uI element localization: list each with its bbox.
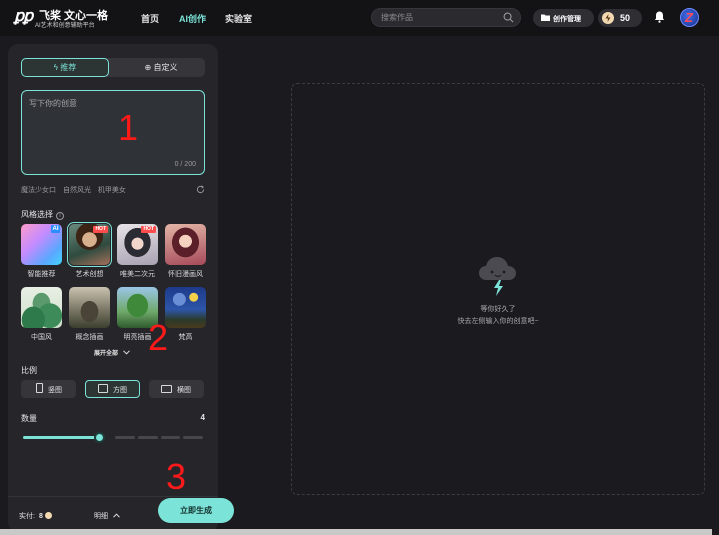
folder-icon bbox=[541, 14, 550, 21]
tab-recommend[interactable]: ϟ 推荐 bbox=[21, 58, 109, 77]
style-label: 怀旧漫画风 bbox=[168, 271, 203, 278]
search-icon[interactable] bbox=[503, 12, 514, 23]
style-label: 中国风 bbox=[31, 334, 52, 341]
style-label: 智能推荐 bbox=[27, 271, 56, 278]
style-card-chinese[interactable]: 中国风 bbox=[21, 287, 62, 341]
bell-icon[interactable] bbox=[654, 11, 665, 23]
style-card-smart[interactable]: AI 智能推荐 bbox=[21, 224, 62, 278]
ratio-label: 竖图 bbox=[48, 387, 62, 394]
landscape-icon bbox=[161, 385, 172, 393]
payment-info: 实付: 8 bbox=[19, 511, 52, 521]
nav-ai-create[interactable]: AI创作 bbox=[179, 12, 206, 25]
style-thumb bbox=[165, 287, 206, 328]
hot-badge: HOT bbox=[93, 226, 108, 233]
energy-value: 50 bbox=[620, 13, 631, 23]
chevron-down-icon bbox=[122, 350, 130, 355]
quantity-label: 数量 bbox=[21, 414, 37, 423]
style-card-concept[interactable]: 概念插画 bbox=[69, 287, 110, 341]
creation-manage-button[interactable]: 创作管理 bbox=[533, 9, 594, 27]
style-section-label: 风格选择 i bbox=[21, 209, 64, 220]
refresh-icon[interactable] bbox=[196, 185, 205, 194]
search-input[interactable] bbox=[381, 11, 491, 24]
style-card-retro-comic[interactable]: 怀旧漫画风 bbox=[165, 224, 206, 278]
quantity-slider[interactable] bbox=[23, 431, 203, 445]
suggestion-item[interactable]: 魔法少女口 bbox=[21, 187, 56, 194]
ratio-landscape[interactable]: 横图 bbox=[149, 380, 204, 398]
vertical-scrollbar[interactable] bbox=[712, 36, 719, 535]
slider-track-segment bbox=[183, 436, 203, 439]
expand-all-label: 展开全部 bbox=[94, 351, 119, 357]
slider-track-segment bbox=[115, 436, 135, 439]
ai-badge: AI bbox=[51, 225, 60, 233]
ratio-portrait[interactable]: 竖图 bbox=[21, 380, 76, 398]
horizontal-scrollbar[interactable] bbox=[0, 529, 712, 535]
detail-label: 明细 bbox=[94, 513, 108, 520]
style-thumb bbox=[21, 287, 62, 328]
empty-state-hint: 快去左侧输入你的创意吧~ bbox=[457, 318, 539, 325]
square-icon bbox=[98, 384, 108, 393]
ratio-label: 方图 bbox=[113, 387, 127, 394]
style-thumb bbox=[69, 287, 110, 328]
style-thumb: HOT bbox=[67, 222, 112, 267]
payment-label: 实付: bbox=[19, 513, 35, 520]
prompt-input[interactable] bbox=[29, 98, 197, 158]
prompt-suggestions: 魔法少女口 自然风光 机甲美女 bbox=[21, 185, 205, 195]
detail-toggle[interactable]: 明细 bbox=[94, 511, 120, 521]
prompt-box[interactable]: 0 / 200 bbox=[21, 90, 205, 175]
creation-panel: ϟ 推荐 ⊕ 自定义 0 / 200 魔法少女口 自然风光 机甲美女 风格选择i… bbox=[8, 44, 234, 532]
search-box[interactable] bbox=[371, 8, 521, 27]
slider-track-segment bbox=[160, 436, 181, 439]
quantity-value: 4 bbox=[200, 413, 205, 422]
expand-all-button[interactable]: 展开全部 bbox=[94, 348, 130, 357]
style-thumb: HOT bbox=[117, 224, 158, 265]
top-nav-bar: ꝑꝑ 飞桨 文心一格 AI艺术和创意辅助平台 首页 AI创作 实验室 创作管理 … bbox=[0, 0, 719, 36]
style-label: 概念插画 bbox=[75, 334, 104, 341]
suggestion-item[interactable]: 自然风光 bbox=[63, 187, 91, 194]
slider-handle[interactable] bbox=[94, 432, 105, 443]
ratio-options: 竖图 方图 横图 bbox=[21, 380, 205, 398]
slider-track-segment bbox=[137, 436, 158, 439]
style-section-title: 风格选择 bbox=[21, 210, 53, 219]
tab-custom[interactable]: ⊕ 自定义 bbox=[117, 58, 205, 77]
style-card-vangogh[interactable]: 梵高 bbox=[165, 287, 206, 341]
avatar-letter: Z bbox=[685, 10, 693, 25]
style-label: 艺术创想 bbox=[75, 271, 104, 278]
cloud-lightning-icon bbox=[479, 257, 516, 296]
creation-manage-label: 创作管理 bbox=[553, 16, 581, 23]
ratio-square[interactable]: 方图 bbox=[85, 380, 140, 398]
style-label: 唯美二次元 bbox=[120, 271, 155, 278]
annotation-number: 1 bbox=[118, 107, 139, 148]
style-label: 梵高 bbox=[178, 334, 193, 341]
nav-home[interactable]: 首页 bbox=[141, 12, 159, 25]
logo-mark: ꝑꝑ bbox=[14, 6, 33, 25]
energy-coin-icon bbox=[602, 12, 614, 24]
hot-badge: HOT bbox=[141, 226, 156, 233]
nav-lab[interactable]: 实验室 bbox=[225, 12, 252, 25]
generate-button[interactable]: 立即生成 bbox=[158, 498, 234, 523]
prompt-char-count: 0 / 200 bbox=[174, 161, 196, 168]
info-icon[interactable]: i bbox=[56, 212, 64, 220]
logo-subtitle: AI艺术和创意辅助平台 bbox=[35, 23, 95, 29]
mode-tabs: ϟ 推荐 ⊕ 自定义 bbox=[21, 58, 205, 77]
portrait-icon bbox=[36, 383, 43, 393]
style-thumb: AI bbox=[21, 224, 62, 265]
annotation-number: 3 bbox=[166, 456, 187, 497]
suggestion-item[interactable]: 机甲美女 bbox=[98, 187, 126, 194]
ratio-section-label: 比例 bbox=[21, 366, 37, 375]
user-avatar[interactable]: Z bbox=[680, 8, 699, 27]
style-card-anime[interactable]: HOT 唯美二次元 bbox=[117, 224, 158, 278]
slider-fill bbox=[23, 436, 99, 439]
logo[interactable]: ꝑꝑ 飞桨 文心一格 AI艺术和创意辅助平台 bbox=[14, 6, 114, 30]
quantity-row: 数量 4 bbox=[21, 413, 205, 423]
empty-state-title: 等你好久了 bbox=[480, 306, 516, 313]
coin-icon bbox=[44, 512, 52, 519]
payment-value: 8 bbox=[38, 513, 43, 520]
style-card-art[interactable]: HOT 艺术创想 bbox=[67, 222, 112, 278]
ratio-label: 横图 bbox=[177, 387, 191, 394]
style-thumb bbox=[165, 224, 206, 265]
energy-balance[interactable]: 50 bbox=[598, 9, 642, 27]
annotation-number: 2 bbox=[148, 317, 169, 358]
chevron-up-icon bbox=[113, 513, 120, 518]
